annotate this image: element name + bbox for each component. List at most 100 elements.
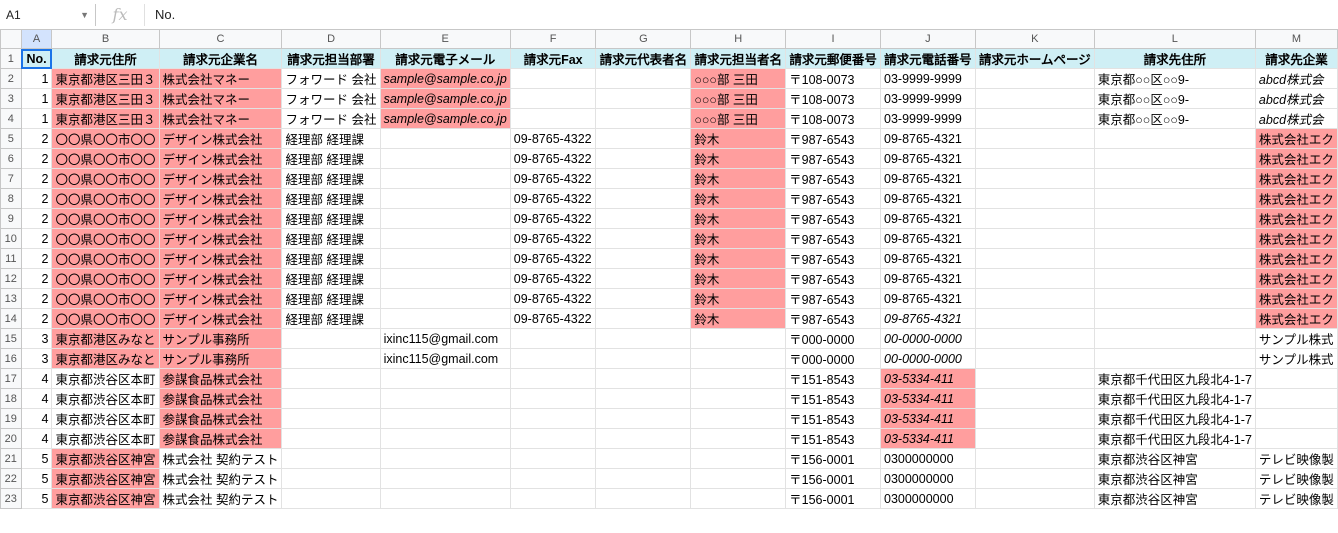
table-cell[interactable]	[509, 88, 597, 109]
table-cell[interactable]: 経理部 経理課	[281, 168, 381, 189]
table-cell[interactable]	[974, 468, 1095, 489]
table-cell[interactable]: 5	[20, 448, 53, 469]
table-cell[interactable]: ixinc115@gmail.com	[379, 348, 511, 369]
table-cell[interactable]: 東京都千代田区九段北4-1-7	[1093, 368, 1256, 389]
table-cell[interactable]: フォワード 会社	[281, 88, 381, 109]
table-cell[interactable]: 参謀食品株式会社	[158, 408, 283, 429]
table-cell[interactable]	[509, 448, 597, 469]
table-cell[interactable]	[379, 368, 511, 389]
table-cell[interactable]: 鈴木	[690, 208, 787, 229]
table-cell[interactable]: 09-8765-4321	[880, 268, 976, 289]
table-cell[interactable]	[595, 408, 692, 429]
table-cell[interactable]: 1	[20, 88, 53, 109]
table-cell[interactable]: 株式会社 契約テスト	[158, 468, 283, 489]
table-cell[interactable]: 2	[20, 128, 53, 149]
table-cell[interactable]	[1254, 368, 1338, 389]
table-cell[interactable]: ○○○部 三田	[690, 108, 787, 129]
header-cell[interactable]: 請求元Fax	[509, 48, 597, 69]
table-cell[interactable]	[974, 188, 1095, 209]
table-cell[interactable]: 鈴木	[690, 148, 787, 169]
table-cell[interactable]	[595, 168, 692, 189]
table-cell[interactable]: 〒987-6543	[785, 128, 881, 149]
table-cell[interactable]: 経理部 経理課	[281, 288, 381, 309]
table-cell[interactable]	[509, 408, 597, 429]
table-cell[interactable]: 〒108-0073	[785, 68, 881, 89]
table-cell[interactable]	[595, 328, 692, 349]
table-cell[interactable]: 4	[20, 388, 53, 409]
table-cell[interactable]	[509, 428, 597, 449]
table-cell[interactable]: abcd株式会	[1254, 68, 1338, 89]
row-header[interactable]: 4	[0, 108, 22, 129]
table-cell[interactable]: 経理部 経理課	[281, 308, 381, 329]
table-cell[interactable]	[1093, 228, 1256, 249]
column-header-c[interactable]: C	[158, 29, 283, 49]
table-cell[interactable]: 0300000000	[880, 468, 976, 489]
table-cell[interactable]	[974, 68, 1095, 89]
table-cell[interactable]	[379, 248, 511, 269]
table-cell[interactable]: デザイン株式会社	[158, 248, 283, 269]
table-cell[interactable]: サンプル事務所	[158, 348, 283, 369]
table-cell[interactable]	[974, 168, 1095, 189]
table-cell[interactable]: 〒987-6543	[785, 268, 881, 289]
table-cell[interactable]: 03-5334-411	[880, 388, 976, 409]
table-cell[interactable]: 〇〇県〇〇市〇〇	[51, 208, 160, 229]
table-cell[interactable]: 2	[20, 308, 53, 329]
column-header-h[interactable]: H	[690, 29, 787, 49]
table-cell[interactable]	[281, 488, 381, 509]
table-cell[interactable]	[974, 128, 1095, 149]
table-cell[interactable]: 株式会社エク	[1254, 248, 1338, 269]
row-header[interactable]: 10	[0, 228, 22, 249]
table-cell[interactable]: 0300000000	[880, 488, 976, 509]
table-cell[interactable]: ○○○部 三田	[690, 88, 787, 109]
row-header[interactable]: 5	[0, 128, 22, 149]
table-cell[interactable]: 09-8765-4321	[880, 308, 976, 329]
table-cell[interactable]: テレビ映像製	[1254, 448, 1338, 469]
table-cell[interactable]: 〇〇県〇〇市〇〇	[51, 268, 160, 289]
table-cell[interactable]: 東京都港区三田３	[51, 68, 160, 89]
table-cell[interactable]: 経理部 経理課	[281, 208, 381, 229]
row-header[interactable]: 14	[0, 308, 22, 329]
table-cell[interactable]: 株式会社マネー	[158, 88, 283, 109]
table-cell[interactable]: 4	[20, 428, 53, 449]
name-box[interactable]: A1 ▼	[0, 3, 96, 26]
table-cell[interactable]	[595, 208, 692, 229]
table-cell[interactable]	[509, 388, 597, 409]
table-cell[interactable]: デザイン株式会社	[158, 228, 283, 249]
table-cell[interactable]: 株式会社エク	[1254, 148, 1338, 169]
table-cell[interactable]	[974, 448, 1095, 469]
table-cell[interactable]: 参謀食品株式会社	[158, 428, 283, 449]
row-header[interactable]: 2	[0, 68, 22, 89]
row-header[interactable]: 20	[0, 428, 22, 449]
table-cell[interactable]: 参謀食品株式会社	[158, 368, 283, 389]
table-cell[interactable]	[1093, 148, 1256, 169]
header-cell[interactable]: 請求元代表者名	[595, 48, 692, 69]
table-cell[interactable]: 09-8765-4322	[509, 228, 597, 249]
table-cell[interactable]: sample@sample.co.jp	[379, 68, 511, 89]
column-header-g[interactable]: G	[595, 29, 692, 49]
table-cell[interactable]: 東京都千代田区九段北4-1-7	[1093, 388, 1256, 409]
column-header-m[interactable]: M	[1254, 29, 1338, 49]
table-cell[interactable]	[974, 268, 1095, 289]
table-cell[interactable]: 09-8765-4322	[509, 288, 597, 309]
table-cell[interactable]: 株式会社マネー	[158, 108, 283, 129]
table-cell[interactable]: 09-8765-4322	[509, 268, 597, 289]
table-cell[interactable]	[1093, 288, 1256, 309]
table-cell[interactable]	[595, 88, 692, 109]
table-cell[interactable]	[595, 368, 692, 389]
row-header[interactable]: 23	[0, 488, 22, 509]
table-cell[interactable]	[1093, 248, 1256, 269]
table-cell[interactable]	[690, 428, 787, 449]
table-cell[interactable]	[974, 108, 1095, 129]
table-cell[interactable]: 〇〇県〇〇市〇〇	[51, 188, 160, 209]
header-cell[interactable]: 請求元電子メール	[379, 48, 511, 69]
formula-input[interactable]: No.	[145, 7, 175, 22]
table-cell[interactable]: 鈴木	[690, 268, 787, 289]
table-cell[interactable]	[379, 308, 511, 329]
table-cell[interactable]: 〒000-0000	[785, 328, 881, 349]
row-header[interactable]: 16	[0, 348, 22, 369]
header-cell[interactable]: 請求元電話番号	[880, 48, 976, 69]
table-cell[interactable]: 09-8765-4322	[509, 248, 597, 269]
table-cell[interactable]	[379, 488, 511, 509]
column-header-l[interactable]: L	[1093, 29, 1256, 49]
table-cell[interactable]: サンプル株式	[1254, 328, 1338, 349]
